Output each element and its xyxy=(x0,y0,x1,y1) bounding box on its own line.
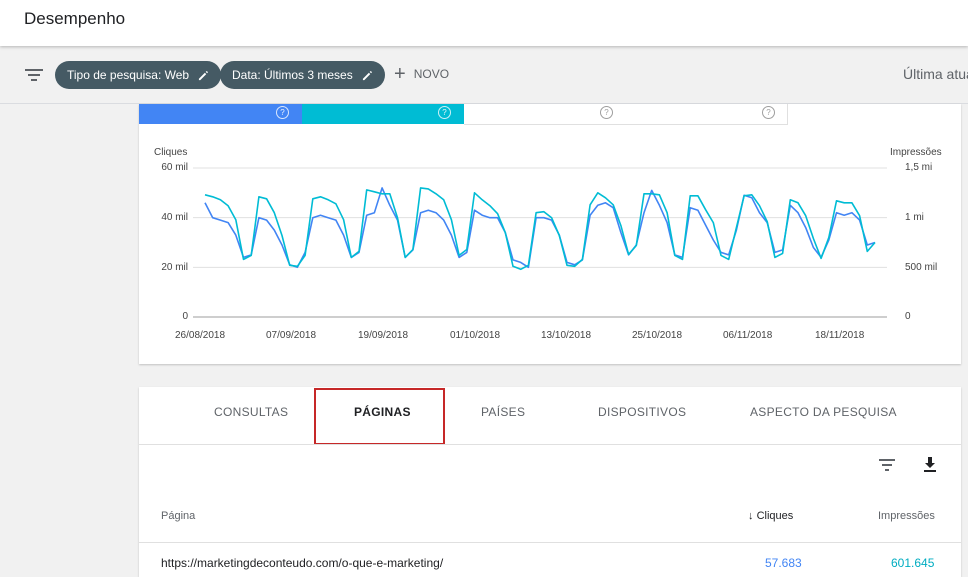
column-header-clicks[interactable]: ↓ Cliques xyxy=(748,510,793,522)
tab-aspecto-da-pesquisa[interactable]: ASPECTO DA PESQUISA xyxy=(750,405,897,419)
x-tick: 13/10/2018 xyxy=(541,330,592,341)
date-filter-chip[interactable]: Data: Últimos 3 meses xyxy=(220,61,386,89)
x-tick: 19/09/2018 xyxy=(358,330,409,341)
report-table-card: CONSULTAS PÁGINAS PAÍSES DISPOSITIVOS AS… xyxy=(139,387,961,577)
column-header-page[interactable]: Página xyxy=(161,510,195,522)
x-tick: 06/11/2018 xyxy=(723,330,773,341)
column-header-impressions[interactable]: Impressões xyxy=(878,510,935,522)
highlight-box xyxy=(314,388,445,445)
page-title: Desempenho xyxy=(24,9,126,28)
row-page-url[interactable]: https://marketingdeconteudo.com/o-que-e-… xyxy=(161,556,443,570)
impressions-series-line xyxy=(204,187,876,271)
column-header-clicks-label: Cliques xyxy=(756,510,794,522)
x-tick: 07/09/2018 xyxy=(266,330,317,341)
row-impressions-value: 601.645 xyxy=(891,556,935,570)
filter-rows-icon[interactable] xyxy=(878,456,896,474)
tab-paises[interactable]: PAÍSES xyxy=(481,405,525,419)
divider xyxy=(139,444,961,445)
divider xyxy=(139,542,961,543)
chip-label: Data: Últimos 3 meses xyxy=(232,68,353,82)
x-tick: 01/10/2018 xyxy=(450,330,501,341)
edit-pencil-icon[interactable] xyxy=(362,70,373,81)
filter-bar: Tipo de pesquisa: Web Data: Últimos 3 me… xyxy=(0,47,968,104)
chip-label: Tipo de pesquisa: Web xyxy=(67,68,190,82)
tab-dispositivos[interactable]: DISPOSITIVOS xyxy=(598,405,686,419)
new-filter-button[interactable]: + NOVO xyxy=(394,63,450,85)
x-tick: 25/10/2018 xyxy=(632,330,683,341)
plus-icon: + xyxy=(394,63,406,85)
new-filter-label: NOVO xyxy=(413,67,450,81)
edit-pencil-icon[interactable] xyxy=(198,70,209,81)
sort-down-icon: ↓ xyxy=(748,510,754,522)
download-icon[interactable] xyxy=(921,455,939,473)
x-tick: 18/11/2018 xyxy=(815,330,865,341)
row-clicks-value: 57.683 xyxy=(765,556,802,570)
app-header: Desempenho xyxy=(0,0,968,46)
tab-consultas[interactable]: CONSULTAS xyxy=(214,405,288,419)
search-type-filter-chip[interactable]: Tipo de pesquisa: Web xyxy=(55,61,222,89)
last-update-text: Última atua xyxy=(903,66,968,82)
filter-list-icon[interactable] xyxy=(24,67,44,83)
performance-line-chart xyxy=(193,167,887,318)
performance-chart-card: ? ? ? ? Cliques Impressões 60 mil 40 mil… xyxy=(139,104,961,364)
x-tick: 26/08/2018 xyxy=(175,330,226,341)
